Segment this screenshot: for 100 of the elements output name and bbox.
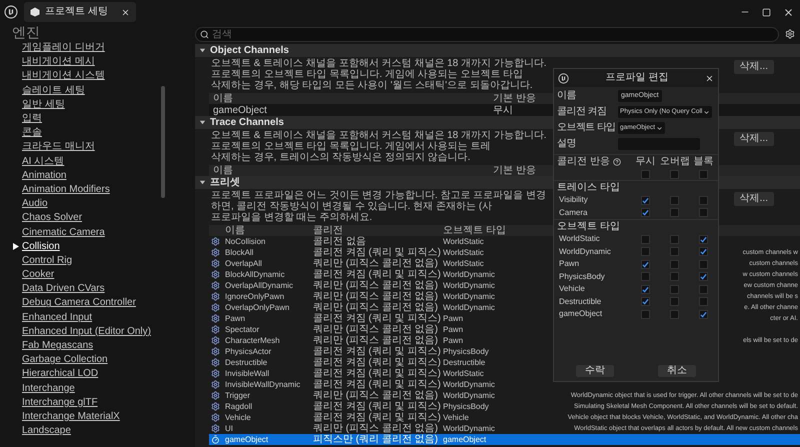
checkbox[interactable] [670, 284, 679, 294]
table-cell[interactable]: Vehicle [223, 412, 251, 423]
close-window-icon[interactable] [783, 6, 794, 18]
delete-button[interactable]: 삭제... [734, 60, 774, 74]
checkbox[interactable] [641, 196, 650, 205]
sidebar-link[interactable]: 콘솔 [22, 127, 42, 140]
checkbox[interactable] [699, 297, 708, 306]
close-tab-icon[interactable] [121, 8, 130, 16]
sidebar-link[interactable]: 슬레이트 세팅 [22, 84, 85, 97]
sidebar-link[interactable]: Enhanced Input (Editor Only) [22, 326, 151, 338]
checkbox[interactable] [641, 170, 650, 178]
table-cell-text: Vehicle [442, 412, 470, 423]
checkbox[interactable] [670, 196, 679, 205]
collapse-arrow-icon[interactable] [199, 179, 206, 186]
table-cell[interactable]: gameObject [223, 434, 268, 445]
table-cell[interactable]: NoCollision [223, 236, 266, 247]
checkbox[interactable] [670, 272, 679, 282]
sidebar-link[interactable]: Interchange MaterialX [22, 410, 120, 423]
sidebar-link[interactable]: Hierarchical LOD [22, 368, 98, 380]
table-cell[interactable]: InvisibleWall [223, 368, 270, 379]
selected-row-highlight[interactable]: gameObject 피직스만 (쿼리 콜리전 없음) gameObject [209, 434, 800, 445]
sidebar-link[interactable]: Interchange glTF [22, 396, 98, 409]
sidebar-link[interactable]: Landscape [22, 425, 71, 438]
sidebar-link[interactable]: Control Rig [22, 254, 72, 267]
checkbox[interactable] [670, 170, 679, 178]
table-cell[interactable]: InvisibleWallDynamic [223, 379, 300, 390]
table-cell[interactable]: PhysicsActor [223, 346, 272, 357]
sidebar-link[interactable]: Animation Modifiers [22, 184, 110, 196]
sidebar-link[interactable]: Chaos Solver [22, 212, 82, 224]
table-cell[interactable]: Trigger [223, 390, 250, 401]
sidebar-link[interactable]: Audio [22, 198, 48, 210]
checkbox[interactable] [699, 234, 708, 244]
checkbox[interactable] [641, 310, 650, 319]
table-cell[interactable]: OverlapAllDynamic [223, 280, 294, 291]
checkbox[interactable] [699, 208, 708, 218]
sidebar-link[interactable]: 내비게이션 메시 [22, 56, 95, 68]
table-cell-text: 콜리전 켜짐 (쿼리 및 피직스) [312, 357, 441, 368]
checkbox[interactable] [699, 196, 708, 205]
sidebar-link[interactable]: Data Driven CVars [22, 283, 105, 296]
settings-icon[interactable] [785, 29, 795, 39]
sidebar-link[interactable]: Garbage Collection [22, 354, 108, 366]
table-cell[interactable]: BlockAllDynamic [223, 269, 285, 280]
checkbox[interactable] [670, 297, 679, 306]
checkbox[interactable] [641, 247, 650, 256]
collapse-arrow-icon[interactable] [199, 47, 206, 54]
table-cell[interactable]: CharacterMesh [223, 335, 280, 346]
checkbox[interactable] [699, 284, 708, 294]
close-icon[interactable] [705, 74, 714, 82]
checkbox[interactable] [670, 247, 679, 256]
section-header[interactable]: Object Channels [195, 44, 800, 57]
delete-button[interactable]: 삭제... [734, 192, 774, 206]
checkbox[interactable] [699, 272, 708, 282]
table-cell[interactable]: OverlapOnlyPawn [223, 302, 290, 313]
checkbox[interactable] [641, 234, 650, 244]
delete-button[interactable]: 삭제... [734, 132, 774, 146]
tab-title: 프로젝트 세팅 [45, 6, 108, 18]
table-cell[interactable]: BlockAll [223, 247, 254, 258]
checkbox[interactable] [641, 208, 650, 218]
sidebar-link[interactable]: Enhanced Input [22, 312, 92, 324]
sidebar-link[interactable]: Cooker [22, 269, 54, 282]
sidebar-link[interactable]: 크라우드 매니저 [22, 141, 95, 154]
sidebar-link[interactable]: Collision [22, 240, 60, 253]
table-cell[interactable]: IgnoreOnlyPawn [223, 291, 284, 302]
sidebar-link[interactable]: Debug Camera Controller [22, 297, 136, 310]
scrollbar-thumb[interactable] [161, 86, 165, 198]
checkbox[interactable] [641, 297, 650, 306]
sidebar-link[interactable]: 일반 세팅 [22, 98, 65, 111]
sidebar-link[interactable]: Interchange [22, 382, 75, 395]
help-icon[interactable] [612, 158, 621, 166]
table-cell[interactable]: Pawn [223, 313, 246, 324]
sidebar-link[interactable]: AI 시스템 [22, 156, 64, 168]
table-cell[interactable]: Destructible [223, 357, 268, 368]
sidebar-link[interactable]: 게임플레이 디버거 [22, 42, 105, 54]
settings-tab[interactable]: 프로젝트 세팅 [24, 2, 136, 22]
table-cell[interactable]: Spectator [223, 324, 260, 335]
checkbox[interactable] [670, 208, 679, 218]
checkbox[interactable] [699, 310, 708, 319]
checkbox[interactable] [699, 247, 708, 256]
sidebar-link[interactable]: 입력 [22, 113, 42, 126]
table-cell-text: 쿼리만 (피직스 콜리전 없음) [312, 302, 439, 313]
table-cell[interactable]: Ragdoll [223, 401, 252, 412]
checkbox[interactable] [670, 234, 679, 244]
sidebar-link[interactable]: Animation [22, 170, 66, 182]
sidebar-link[interactable]: Cinematic Camera [22, 226, 105, 239]
checkbox[interactable] [641, 272, 650, 282]
dialog-button[interactable]: 수락 [576, 365, 614, 377]
checkbox[interactable] [699, 260, 708, 269]
checkbox[interactable] [641, 260, 650, 269]
checkbox[interactable] [670, 310, 679, 319]
table-cell[interactable]: OverlapAll [223, 258, 262, 269]
search-field[interactable]: 검색 [195, 26, 779, 42]
table-cell[interactable]: UI [223, 423, 233, 434]
sidebar-link[interactable]: 내비게이션 시스템 [22, 70, 105, 82]
collapse-arrow-icon[interactable] [199, 119, 206, 126]
maximize-icon[interactable] [762, 8, 771, 16]
checkbox[interactable] [641, 284, 650, 294]
checkbox[interactable] [670, 260, 679, 269]
checkbox[interactable] [699, 170, 708, 178]
dialog-button[interactable]: 취소 [658, 365, 696, 377]
sidebar-link[interactable]: Fab Megascans [22, 340, 94, 352]
